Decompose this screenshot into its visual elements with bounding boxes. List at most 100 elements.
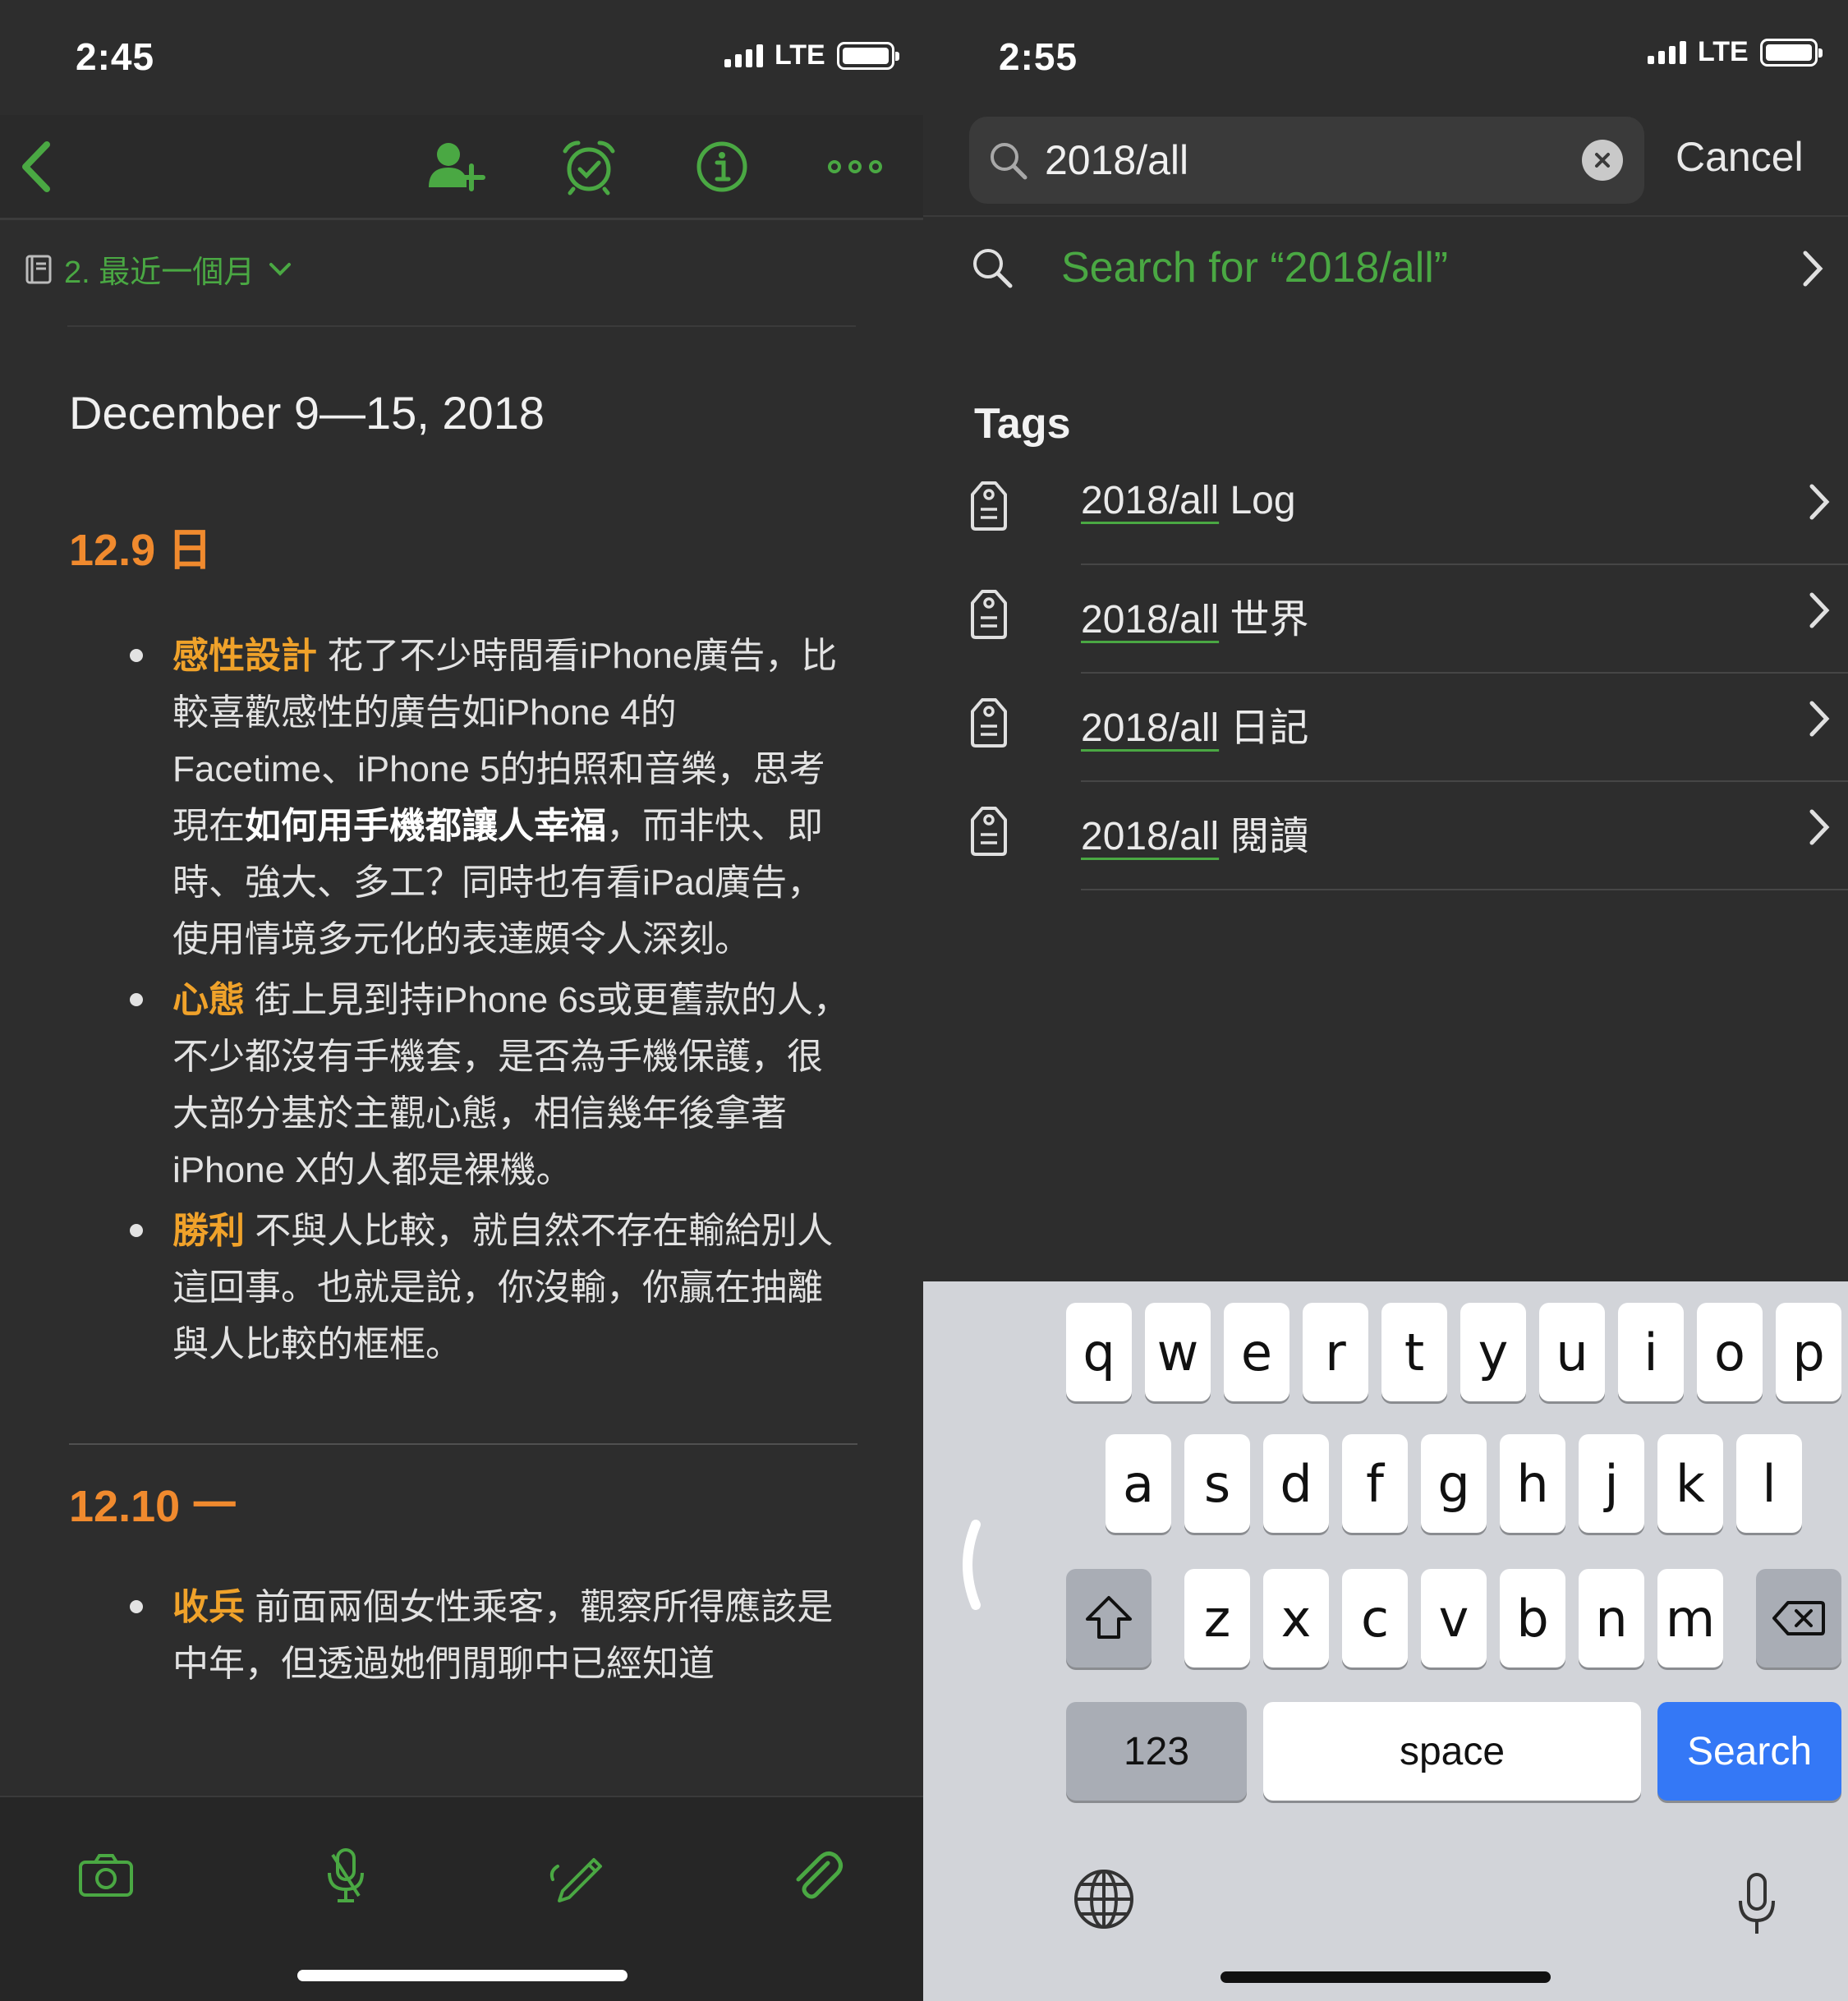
status-time: 2:55 [999,35,1078,78]
key-t[interactable]: t [1381,1303,1447,1401]
microphone-icon[interactable] [1736,1871,1777,1937]
key-f[interactable]: f [1342,1434,1408,1533]
key-p[interactable]: p [1776,1303,1841,1401]
note-title: December 9—15, 2018 [69,387,545,439]
delete-key[interactable] [1756,1569,1841,1668]
tag-result-row[interactable]: 2018/all 閱讀 [969,782,1848,890]
key-g[interactable]: g [1421,1434,1487,1533]
tag-rest-text: 世界 [1219,598,1309,642]
chevron-right-icon [1809,484,1830,520]
more-options-icon[interactable] [820,131,890,202]
notebook-selector[interactable]: 2. 最近一個月 [25,246,294,292]
battery-icon [1759,38,1823,67]
search-for-label: Search for “2018/all” [1061,244,1449,292]
key-l[interactable]: l [1736,1434,1802,1533]
keyboard-collapse-handle-icon[interactable] [951,1520,984,1610]
status-indicators: LTE [724,39,899,71]
list-item: 勝利 不與人比較，就自然不存在輸給別人這回事。也就是說，你沒輸，你贏在抽離與人比… [130,1203,857,1373]
clear-search-icon[interactable] [1582,140,1623,181]
search-divider [923,215,1848,217]
info-icon[interactable] [687,131,757,202]
chevron-right-icon [1809,809,1830,845]
tag-icon [971,807,1007,856]
tag-match-text: 2018/all [1081,598,1220,642]
status-bar: 2:55 LTE [923,0,1848,115]
key-x[interactable]: x [1263,1569,1329,1668]
search-input[interactable]: 2018/all [969,117,1644,204]
search-icon [973,249,1013,288]
cancel-button[interactable]: Cancel [1676,133,1804,181]
home-indicator [1221,1971,1551,1983]
search-query: 2018/all [1045,137,1189,183]
key-u[interactable]: u [1539,1303,1605,1401]
tag-label: 2018/all Log [1081,478,1296,523]
tag-result-row[interactable]: 2018/all 世界 [969,565,1848,674]
key-n[interactable]: n [1579,1569,1644,1668]
back-icon[interactable] [3,131,74,202]
network-type: LTE [1698,36,1749,67]
key-m[interactable]: m [1657,1569,1723,1668]
tag-label: 2018/all 日記 [1081,695,1308,752]
key-k[interactable]: k [1657,1434,1723,1533]
key-v[interactable]: v [1421,1569,1487,1668]
audio-record-icon[interactable] [309,1838,383,1912]
key-s[interactable]: s [1184,1434,1250,1533]
search-screen: 2:55 LTE 2018/all Cancel Search for “201… [923,0,1848,2001]
key-j[interactable]: j [1579,1434,1644,1533]
key-i[interactable]: i [1618,1303,1684,1401]
notebook-icon [25,255,52,283]
share-user-icon[interactable] [421,131,491,202]
tag-rest-text: 閱讀 [1219,815,1309,858]
key-d[interactable]: d [1263,1434,1329,1533]
key-z[interactable]: z [1184,1569,1250,1668]
search-for-row[interactable]: Search for “2018/all” [969,238,1832,304]
key-e[interactable]: e [1224,1303,1289,1401]
list-item: 感性設計 花了不少時間看iPhone廣告，比較喜歡感性的廣告如iPhone 4的… [130,628,857,968]
key-w[interactable]: w [1145,1303,1211,1401]
key-a[interactable]: a [1106,1434,1171,1533]
key-b[interactable]: b [1500,1569,1565,1668]
search-icon [991,143,1027,180]
tag-match-text: 2018/all [1081,815,1220,858]
tag-label: 2018/all 閱讀 [1081,803,1308,861]
section-heading: 12.10 一 [69,1482,237,1531]
tag-label: 2018/all 世界 [1081,586,1308,644]
attachment-icon[interactable] [780,1838,854,1912]
key-r[interactable]: r [1303,1303,1368,1401]
key-c[interactable]: c [1342,1569,1408,1668]
key-o[interactable]: o [1697,1303,1763,1401]
status-time: 2:45 [76,35,155,78]
tag-match-text: 2018/all [1081,706,1220,750]
bullet-keyword: 心態 [172,980,245,1020]
key-y[interactable]: y [1460,1303,1526,1401]
reminder-alarm-icon[interactable] [554,131,624,202]
shift-key[interactable] [1066,1569,1152,1668]
bullet-keyword: 勝利 [172,1211,245,1251]
globe-icon[interactable] [1071,1866,1137,1932]
backspace-icon [1772,1601,1825,1635]
key-q[interactable]: q [1066,1303,1132,1401]
chevron-down-icon [269,262,292,276]
note-body[interactable]: December 9—15, 2018 12.9 日 感性設計 花了不少時間看i… [69,386,857,1696]
list-item: 心態 街上見到持iPhone 6s或更舊款的人，不少都沒有手機套，是否為手機保護… [130,972,857,1198]
key-h[interactable]: h [1500,1434,1565,1533]
section-heading: 12.9 日 [69,526,213,575]
chevron-right-icon [1809,701,1830,737]
tag-rest-text: 日記 [1219,706,1309,750]
note-screen: 2:45 LTE 2. 最近一個月 December 9—15, 2018 12… [0,0,923,2001]
tag-icon [971,590,1007,639]
list-item: 收兵 前面兩個女性乘客，觀察所得應該是中年，但透過她們閒聊中已經知道 [130,1579,857,1692]
tag-result-row[interactable]: 2018/all Log [969,457,1848,565]
numbers-key[interactable]: 123 [1066,1702,1247,1801]
onscreen-keyboard: q w e r t y u i o p a s d f g h j k l z … [923,1281,1848,2001]
bullet-text: 不與人比較，就自然不存在輸給別人這回事。也就是說，你沒輸，你贏在抽離與人比較的框… [172,1211,834,1364]
search-key[interactable]: Search [1657,1702,1841,1801]
tag-result-row[interactable]: 2018/all 日記 [969,674,1848,782]
space-key[interactable]: space [1263,1702,1641,1801]
camera-icon[interactable] [69,1838,143,1912]
bullet-emphasis: 如何用手機都讓人幸福 [245,806,606,846]
sketch-pen-icon[interactable] [540,1838,614,1912]
row-divider [1081,889,1848,890]
section-divider [69,1443,857,1445]
notebook-name: 2. 最近一個月 [64,255,255,290]
